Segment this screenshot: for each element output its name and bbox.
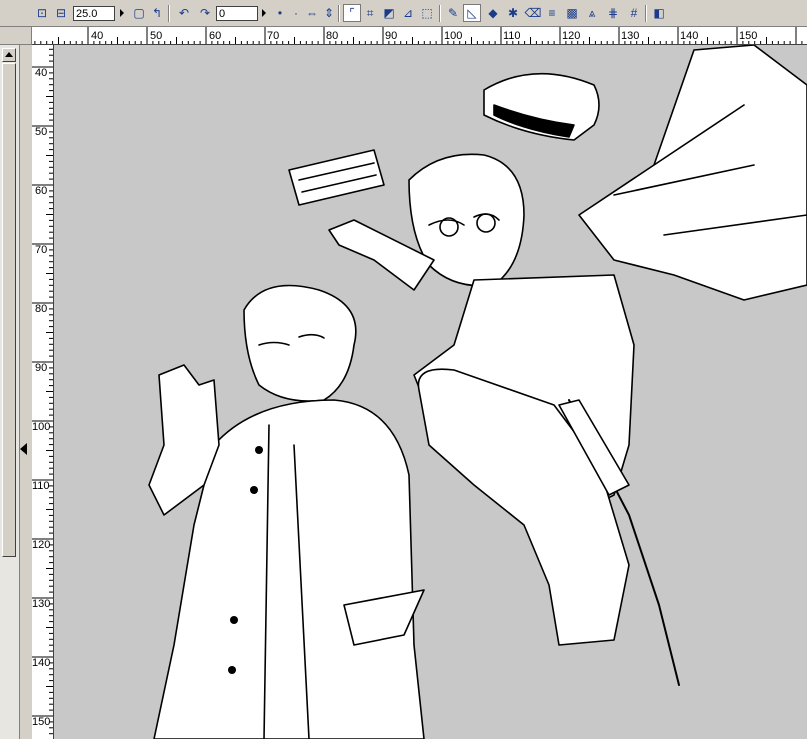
h-ruler-label: 140 xyxy=(680,30,698,42)
v-ruler-label: 140 xyxy=(32,657,50,669)
transform-icon[interactable]: ◩ xyxy=(380,4,398,22)
h-ruler-label: 80 xyxy=(326,30,338,42)
corner-icon[interactable]: ↰ xyxy=(148,4,166,22)
rotate-right-icon[interactable]: ↷ xyxy=(196,4,214,22)
corner-select-icon[interactable]: ⌜ xyxy=(343,4,361,22)
scroll-up-button[interactable] xyxy=(2,48,16,62)
ruler-tool-icon[interactable]: ⊿ xyxy=(399,4,417,22)
toolbar-separator xyxy=(439,5,441,22)
grid-alt-icon[interactable]: # xyxy=(625,4,643,22)
h-ruler-label: 90 xyxy=(385,30,397,42)
h-ruler-label: 70 xyxy=(267,30,279,42)
h-ruler-label: 130 xyxy=(621,30,639,42)
v-ruler-label: 70 xyxy=(35,244,47,256)
v-ruler-label: 60 xyxy=(35,185,47,197)
selection-icon[interactable]: ⬚ xyxy=(418,4,436,22)
rotation-input[interactable] xyxy=(216,6,258,21)
toolbar-separator xyxy=(338,5,340,22)
h-ruler-label: 40 xyxy=(91,30,103,42)
v-ruler-label: 80 xyxy=(35,303,47,315)
h-ruler-label: 110 xyxy=(503,30,521,42)
arrow-up-icon xyxy=(5,52,13,57)
v-ruler-label: 100 xyxy=(32,421,50,433)
vertical-ruler-scale: 40 50 60 70 80 90 100 110 120 130 140 15… xyxy=(32,48,53,735)
zoom-input[interactable] xyxy=(73,6,115,21)
ruler-corner xyxy=(0,27,32,45)
h-ruler-label: 60 xyxy=(209,30,221,42)
h-ruler-label: 50 xyxy=(150,30,162,42)
v-ruler-label: 40 xyxy=(35,67,47,79)
flip-vertical-icon[interactable]: ⇕ xyxy=(320,4,338,22)
vertical-ruler[interactable]: 40 50 60 70 80 90 100 110 120 130 140 15… xyxy=(32,45,54,739)
line-art-illustration xyxy=(148,45,807,739)
toolbar: ⊡ ⊟ ▢ ↰ ↶ ↷ • · ⇔ ⇕ ⌜ ⌗ ◩ ⊿ ⬚ ✎ ◺ ◆ ✱ ⌫ … xyxy=(0,0,807,27)
perspective-icon[interactable]: ⩓ xyxy=(583,4,601,22)
h-ruler-label: 120 xyxy=(562,30,580,42)
new-layer-icon[interactable]: ⊡ xyxy=(33,4,51,22)
rotation-arrow-icon[interactable] xyxy=(262,9,266,17)
rotate-left-icon[interactable]: ↶ xyxy=(175,4,193,22)
pattern-icon[interactable]: ▩ xyxy=(563,4,581,22)
v-ruler-label: 110 xyxy=(32,480,50,492)
v-ruler-label: 130 xyxy=(32,598,50,610)
cape-shape xyxy=(578,45,807,301)
brush-icon[interactable]: ✱ xyxy=(504,4,522,22)
h-ruler-label: 150 xyxy=(739,30,757,42)
v-ruler-label: 50 xyxy=(35,126,47,138)
vertical-scrollbar[interactable] xyxy=(0,45,20,739)
line-tool-icon[interactable]: ◺ xyxy=(463,4,481,22)
hatch-icon[interactable]: ≡ xyxy=(543,4,561,22)
scroll-thumb[interactable] xyxy=(2,63,16,557)
cards-shape xyxy=(288,149,385,206)
fill-icon[interactable]: ◆ xyxy=(484,4,502,22)
eraser-icon[interactable]: ⌫ xyxy=(524,4,542,22)
toolbar-separator xyxy=(168,5,170,22)
horizontal-ruler-scale: 40 50 60 70 80 90 100 110 120 130 140 15… xyxy=(34,27,803,44)
pen-icon[interactable]: ✎ xyxy=(444,4,462,22)
v-ruler-label: 90 xyxy=(35,362,47,374)
page-icon[interactable]: ▢ xyxy=(130,4,148,22)
drawing-canvas[interactable] xyxy=(54,45,807,739)
layer-icon[interactable]: ⊟ xyxy=(52,4,70,22)
v-ruler-label: 120 xyxy=(32,539,50,551)
flip-horizontal-icon[interactable]: ⇔ xyxy=(303,4,321,22)
panel-toggle-icon[interactable]: ◧ xyxy=(650,4,668,22)
left-figure-head xyxy=(243,284,357,402)
horizontal-ruler[interactable]: 40 50 60 70 80 90 100 110 120 130 140 15… xyxy=(32,27,807,45)
crop-icon[interactable]: ⌗ xyxy=(361,4,379,22)
h-ruler-label: 100 xyxy=(444,30,462,42)
panel-collapse-arrow-icon[interactable] xyxy=(20,443,27,455)
grid-icon[interactable]: ⋕ xyxy=(604,4,622,22)
zoom-arrow-icon[interactable] xyxy=(120,9,124,17)
v-ruler-label: 150 xyxy=(32,716,50,728)
toolbar-separator xyxy=(645,5,647,22)
